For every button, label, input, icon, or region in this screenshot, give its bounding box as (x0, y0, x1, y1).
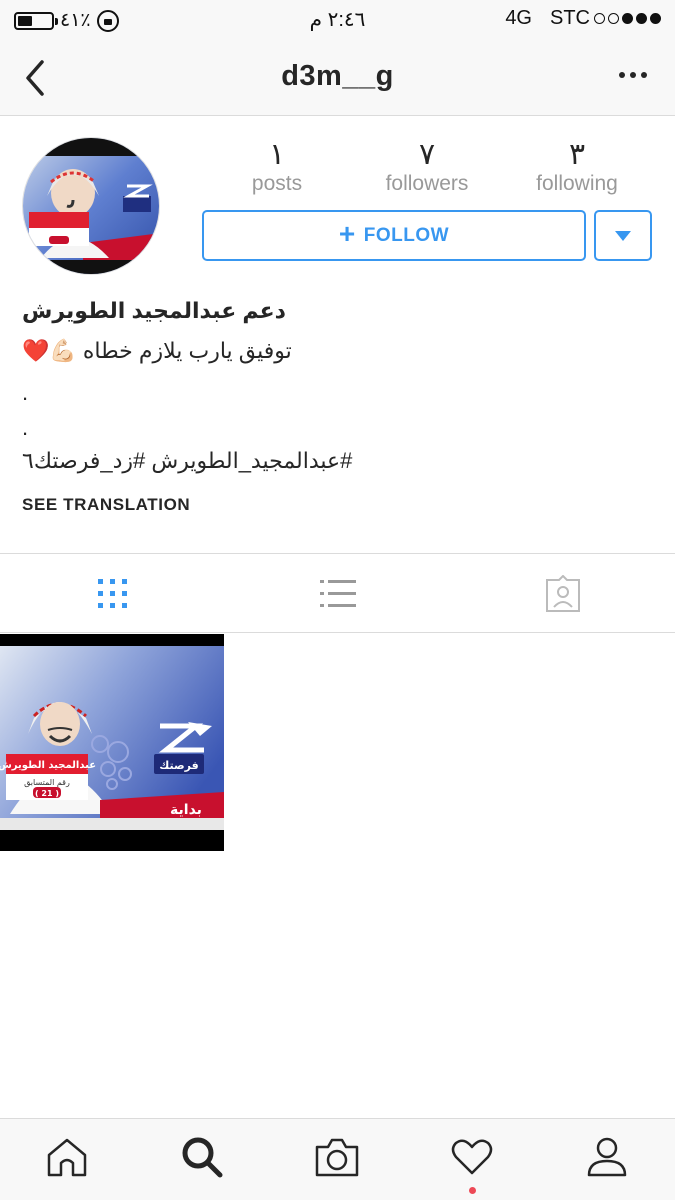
heart-icon (451, 1139, 493, 1175)
notification-dot (469, 1187, 476, 1194)
search-icon (182, 1137, 223, 1178)
post-channel-logo-text: بداية (170, 802, 202, 818)
bio-line: توفيق يارب يلازم خطاه 💪🏻❤️ (22, 338, 292, 363)
post-name-text: عبدالمجيد الطويرش (0, 760, 96, 771)
signal-strength-icon (594, 13, 661, 24)
home-icon (47, 1138, 87, 1177)
network-type: 4G (505, 7, 532, 29)
bio-full-name: دعم عبدالمجيد الطويرش (22, 298, 286, 323)
more-options-icon[interactable] (619, 72, 647, 78)
carrier-name: STC (550, 7, 590, 29)
bio-hashtags[interactable]: #عبدالمجيد_الطويرش #زد_فرصتك٦ (22, 448, 352, 474)
search-tab[interactable] (172, 1135, 232, 1185)
stat-followers[interactable]: ٧ followers (352, 140, 502, 196)
tab-tagged[interactable] (450, 554, 675, 633)
bio-dot: . (22, 415, 29, 440)
home-tab[interactable] (37, 1135, 97, 1185)
bio-dot: . (22, 380, 29, 405)
profile-stats: ١ posts ٧ followers ٣ following (202, 140, 652, 200)
post-show-logo-text: فرصتك (159, 759, 198, 772)
username-title: d3m__g (281, 60, 394, 92)
following-label: following (536, 172, 618, 195)
posts-count: ١ (268, 138, 286, 171)
camera-icon (315, 1138, 359, 1177)
camera-tab[interactable] (307, 1135, 367, 1185)
activity-tab[interactable] (442, 1135, 502, 1185)
person-icon (587, 1137, 627, 1177)
profile-tabs (0, 553, 675, 633)
list-icon (319, 579, 356, 607)
tagged-person-icon (545, 574, 580, 612)
tab-list[interactable] (225, 554, 450, 633)
post-contestant-label: رقم المتسابق (24, 778, 70, 787)
follow-button[interactable]: + FOLLOW (202, 210, 586, 261)
suggested-users-dropdown-button[interactable] (594, 210, 652, 261)
post-thumbnail[interactable]: عبدالمجيد الطويرش رقم المتسابق ( 21 ) فر… (0, 634, 224, 851)
see-translation-link[interactable]: SEE TRANSLATION (22, 495, 190, 515)
follow-label: FOLLOW (363, 224, 450, 246)
stat-posts[interactable]: ١ posts (202, 140, 352, 196)
nav-bar: d3m__g (0, 38, 675, 116)
stat-following[interactable]: ٣ following (502, 140, 652, 196)
caret-down-icon (615, 230, 631, 241)
profile-tab[interactable] (577, 1135, 637, 1185)
profile-avatar[interactable] (22, 137, 160, 275)
posts-label: posts (251, 172, 303, 195)
status-bar: ٤١٪ ٢:٤٦ م 4G STC (0, 0, 675, 38)
status-right: 4G STC (505, 7, 661, 30)
plus-icon: + (338, 218, 356, 249)
grid-icon (97, 578, 127, 608)
post-contestant-number: ( 21 ) (35, 789, 59, 798)
followers-count: ٧ (418, 138, 436, 171)
followers-label: followers (385, 172, 469, 195)
tab-grid[interactable] (0, 554, 225, 633)
bottom-tab-bar (0, 1118, 675, 1200)
following-count: ٣ (568, 138, 586, 171)
